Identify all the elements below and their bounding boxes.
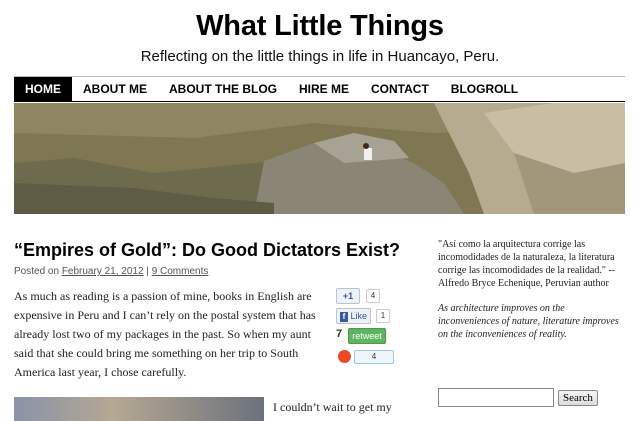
- search-button[interactable]: Search: [558, 389, 598, 406]
- posted-on-label: Posted on: [14, 266, 62, 277]
- nav-item-hire-me[interactable]: HIRE ME: [288, 77, 360, 101]
- facebook-like-button[interactable]: f Like: [336, 308, 371, 324]
- sidebar: "Así como la arquitectura corrige las in…: [438, 238, 628, 341]
- nav-item-about-the-blog[interactable]: ABOUT THE BLOG: [158, 77, 288, 101]
- post-paragraph-1: As much as reading is a passion of mine,…: [14, 289, 316, 379]
- nav-item-contact[interactable]: CONTACT: [360, 77, 440, 101]
- stumbleupon-count: 4: [354, 350, 394, 364]
- sidebar-quote-spanish: "Así como la arquitectura corrige las in…: [438, 239, 616, 289]
- nav-item-blogroll[interactable]: BLOGROLL: [440, 77, 529, 101]
- facebook-icon: f: [339, 311, 348, 322]
- site-tagline: Reflecting on the little things in life …: [140, 48, 500, 65]
- post-meta: Posted on February 21, 2012 | 9 Comments: [14, 266, 208, 277]
- post-title[interactable]: “Empires of Gold”: Do Good Dictators Exi…: [14, 240, 414, 261]
- site-title[interactable]: What Little Things: [0, 10, 640, 43]
- header-image: [14, 103, 625, 214]
- main-nav: HOME ABOUT ME ABOUT THE BLOG HIRE ME CON…: [14, 76, 625, 102]
- post-paragraph-2: I couldn’t wait to get my: [273, 400, 392, 414]
- post-image[interactable]: [14, 397, 264, 421]
- search-input[interactable]: [438, 388, 554, 407]
- comments-link[interactable]: 9 Comments: [152, 266, 209, 277]
- facebook-like-label: Like: [350, 311, 368, 321]
- google-plus-one-button[interactable]: +1: [336, 288, 360, 304]
- nav-item-about-me[interactable]: ABOUT ME: [72, 77, 158, 101]
- retweet-button[interactable]: retweet: [348, 328, 386, 344]
- sidebar-quote-english: As architecture improves on the inconven…: [438, 303, 619, 340]
- facebook-like-count: 1: [376, 309, 390, 323]
- meta-separator: |: [143, 266, 152, 277]
- nav-item-home[interactable]: HOME: [14, 77, 72, 101]
- stumbleupon-icon[interactable]: [338, 350, 351, 363]
- mountain-cliff-photo: [14, 103, 625, 214]
- google-plus-count: 4: [366, 289, 380, 303]
- twitter-count: 7: [336, 328, 343, 340]
- post-date-link[interactable]: February 21, 2012: [62, 266, 144, 277]
- search-form: Search: [438, 388, 598, 407]
